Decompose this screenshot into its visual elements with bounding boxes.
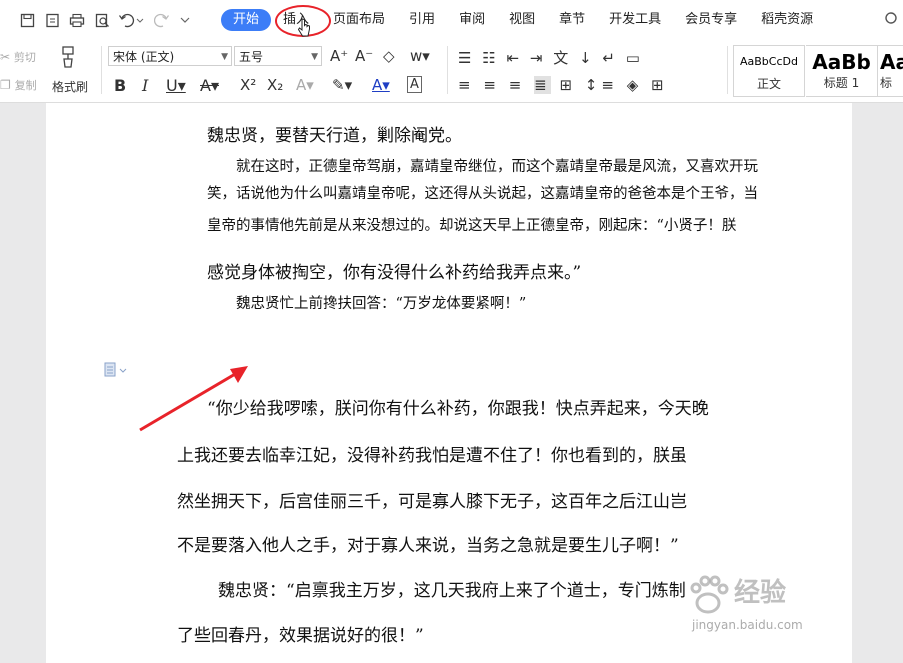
ribbon-toolbar: ✂ 剪切 ❐ 复制 格式刷 宋体 (正文) ▼ 五号 ▼ A⁺ A⁻ ◇ w▾ B …	[0, 40, 903, 103]
mouse-cursor-icon	[297, 18, 311, 42]
ribbon-separator	[727, 46, 728, 94]
search-icon[interactable]	[884, 11, 900, 31]
menu-bar: 开始 插入 页面布局 引用 审阅 视图 章节 开发工具 会员专享 稻壳资源	[0, 0, 903, 40]
format-painter-icon[interactable]	[56, 45, 80, 73]
increase-indent-icon[interactable]: ⇥	[530, 49, 546, 67]
tab-member[interactable]: 会员专享	[673, 9, 749, 31]
paragraph-tools-row1: ☰ ☷ ⇤ ⇥ 文 ↓ ↵ ▭	[458, 47, 643, 68]
tab-docer-resources[interactable]: 稻壳资源	[749, 9, 825, 31]
format-painter-label[interactable]: 格式刷	[52, 78, 88, 95]
document-line: 魏忠贤，要替天行道，剿除阉党。	[207, 126, 462, 146]
undo-icon[interactable]	[116, 9, 146, 31]
document-line: 然坐拥天下，后宫佳丽三千，可是寡人膝下无子，这百年之后江山岂	[177, 492, 687, 512]
highlight-color-icon[interactable]: ✎▾	[332, 76, 352, 94]
document-line: 上我还要去临幸江妃，没得补药我怕是遭不住了！你也看到的，朕虽	[177, 446, 687, 466]
print-preview-icon[interactable]	[91, 9, 113, 31]
tab-page-layout[interactable]: 页面布局	[321, 9, 397, 31]
copy-button[interactable]: ❐ 复制	[0, 77, 37, 93]
clear-format-icon[interactable]: ◇	[383, 47, 395, 65]
font-name-select[interactable]: 宋体 (正文) ▼	[108, 46, 232, 66]
phonetic-guide-icon[interactable]: w▾	[410, 47, 430, 65]
text-effect-icon[interactable]: A▾	[296, 76, 314, 94]
line-spacing-icon[interactable]: ↕≡	[585, 76, 618, 94]
shrink-font-icon[interactable]: A⁻	[355, 47, 373, 65]
document-line: 魏忠贤：“启禀我主万岁，这几天我府上来了个道士，专门炼制	[218, 581, 686, 601]
grow-font-icon[interactable]: A⁺	[330, 47, 348, 65]
decrease-indent-icon[interactable]: ⇤	[506, 49, 522, 67]
document-line: 就在这时，正德皇帝驾崩，嘉靖皇帝继位，而这个嘉靖皇帝最是风流，又喜欢开玩	[236, 159, 758, 175]
underline-icon[interactable]: U▾	[166, 76, 186, 95]
export-pdf-icon[interactable]	[41, 9, 63, 31]
distributed-icon[interactable]: ⊞	[559, 76, 576, 94]
strikethrough-icon[interactable]: A▾	[200, 76, 219, 95]
paragraph-tools-row2: ≡ ≡ ≡ ≣ ⊞ ↕≡ ◈ ⊞	[458, 76, 668, 94]
baidu-jingyan-watermark: 经验 jingyan.baidu.com	[686, 568, 886, 638]
chevron-down-icon: ▼	[221, 52, 228, 62]
quick-access-toolbar	[16, 8, 195, 32]
document-line: 感觉身体被掏空，你有没得什么补药给我弄点来。”	[207, 263, 582, 283]
cut-button[interactable]: ✂ 剪切	[0, 49, 36, 65]
align-left-icon[interactable]: ≡	[458, 76, 475, 94]
numbered-list-icon[interactable]: ☷	[482, 49, 498, 67]
redo-icon[interactable]	[149, 9, 175, 31]
character-border-icon[interactable]: A	[407, 76, 422, 93]
chevron-down-icon: ▼	[311, 52, 318, 62]
style-heading2[interactable]: Aa 标	[878, 45, 903, 97]
ribbon-separator	[101, 46, 102, 94]
ribbon-separator	[447, 46, 448, 94]
style-normal[interactable]: AaBbCcDd 正文	[733, 45, 805, 97]
italic-icon[interactable]: I	[142, 76, 148, 95]
document-line: 不是要落入他人之手，对于寡人来说，当务之急就是要生儿子啊！”	[177, 536, 679, 556]
subscript-icon[interactable]: X₂	[267, 76, 283, 94]
bold-icon[interactable]: B	[114, 76, 126, 95]
document-line: “你少给我啰嗦，朕问你有什么补药，你跟我！快点弄起来，今天晚	[207, 399, 709, 419]
align-right-icon[interactable]: ≡	[509, 76, 526, 94]
paragraph-handle-icon[interactable]	[104, 362, 130, 378]
tab-section[interactable]: 章节	[547, 9, 597, 31]
copy-icon: ❐	[0, 78, 11, 92]
borders-icon[interactable]: ⊞	[651, 76, 668, 94]
paw-logo-icon	[690, 575, 729, 614]
tab-developer[interactable]: 开发工具	[597, 9, 673, 31]
show-marks-icon[interactable]: ↵	[602, 49, 618, 67]
superscript-icon[interactable]: X²	[240, 76, 256, 94]
bullet-list-icon[interactable]: ☰	[458, 49, 474, 67]
print-icon[interactable]	[66, 9, 88, 31]
red-arrow-annotation	[139, 366, 248, 432]
customize-toolbar-icon[interactable]	[178, 9, 192, 31]
tab-home[interactable]: 开始	[221, 9, 272, 31]
document-line: 了些回春丹，效果据说好的很！”	[177, 626, 424, 646]
style-heading1[interactable]: AaBb 标题 1	[806, 45, 878, 97]
document-line: 魏忠贤忙上前搀扶回答：“万岁龙体要紧啊！”	[236, 296, 527, 312]
document-line: 皇帝的事情他先前是从来没想过的。却说这天早上正德皇帝，刚起床：“小贤子！朕	[207, 218, 737, 234]
document-line: 笑，话说他为什么叫嘉靖皇帝呢，这还得从头说起，这嘉靖皇帝的爸爸本是个王爷，当	[207, 186, 758, 202]
save-icon[interactable]	[16, 9, 38, 31]
scissors-icon: ✂	[0, 50, 11, 64]
tab-stops-icon[interactable]: ▭	[626, 49, 643, 67]
shading-icon[interactable]: ◈	[627, 76, 643, 94]
sort-icon[interactable]: ↓	[579, 49, 595, 67]
align-center-icon[interactable]: ≡	[483, 76, 500, 94]
tab-review[interactable]: 审阅	[447, 9, 497, 31]
chinese-layout-icon[interactable]: 文	[553, 49, 571, 67]
tab-view[interactable]: 视图	[497, 9, 547, 31]
font-size-select[interactable]: 五号 ▼	[234, 46, 322, 66]
justify-icon[interactable]: ≣	[534, 76, 551, 94]
font-color-icon[interactable]: A▾	[372, 76, 390, 94]
tab-references[interactable]: 引用	[397, 9, 447, 31]
